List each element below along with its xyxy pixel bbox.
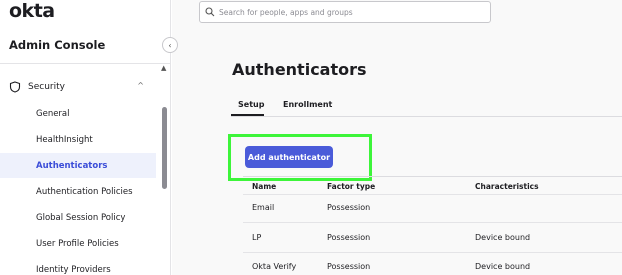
search-placeholder: Search for people, apps and groups — [219, 7, 353, 17]
sidebar-item-global-session-policy[interactable]: Global Session Policy — [0, 205, 156, 230]
table-cell-factor-type: Possession — [327, 203, 371, 212]
app-window: okta Admin Console Security ^ General He… — [0, 0, 622, 275]
search-icon — [205, 7, 215, 17]
main-content: Search for people, apps and groups Authe… — [172, 0, 622, 275]
sidebar-item-healthinsight[interactable]: HealthInsight — [0, 127, 156, 152]
column-header-name[interactable]: Name — [252, 182, 276, 191]
table-cell-factor-type: Possession — [327, 233, 371, 242]
table-row-divider — [243, 252, 622, 253]
chevron-up-icon: ^ — [137, 81, 144, 90]
column-header-factor-type[interactable]: Factor type — [327, 182, 375, 191]
table-top-border — [243, 176, 622, 177]
sidebar-item-authentication-policies[interactable]: Authentication Policies — [0, 179, 156, 204]
search-input[interactable]: Search for people, apps and groups — [199, 1, 491, 23]
shield-icon — [9, 81, 21, 93]
table-cell-characteristics: Device bound — [475, 262, 531, 271]
collapse-sidebar-button[interactable]: ‹ — [162, 37, 178, 53]
tab-setup[interactable]: Setup — [238, 100, 264, 109]
table-cell-name[interactable]: LP — [252, 233, 261, 242]
sidebar-section-security[interactable]: Security ^ — [9, 78, 149, 96]
sidebar: okta Admin Console Security ^ General He… — [0, 0, 171, 275]
column-header-characteristics[interactable]: Characteristics — [475, 182, 539, 191]
chevron-left-icon: ‹ — [168, 40, 172, 50]
table-cell-name[interactable]: Okta Verify — [252, 262, 296, 271]
page-title: Authenticators — [232, 60, 367, 79]
tab-enrollment[interactable]: Enrollment — [283, 100, 332, 109]
scroll-up-arrow-icon[interactable]: ▲ — [161, 64, 166, 72]
table-cell-factor-type: Possession — [327, 262, 371, 271]
table-cell-name[interactable]: Email — [252, 203, 274, 212]
sidebar-item-general[interactable]: General — [0, 101, 156, 126]
console-title: Admin Console — [9, 38, 106, 52]
sidebar-item-identity-providers[interactable]: Identity Providers — [0, 257, 156, 275]
add-authenticator-button[interactable]: Add authenticator — [245, 146, 333, 168]
sidebar-item-authenticators[interactable]: Authenticators — [0, 153, 156, 178]
sidebar-item-user-profile-policies[interactable]: User Profile Policies — [0, 231, 156, 256]
okta-logo[interactable]: okta — [9, 0, 55, 22]
sidebar-scrollbar[interactable] — [162, 107, 167, 189]
tabs-divider — [231, 116, 622, 117]
table-row-divider — [243, 222, 622, 223]
table-row-divider — [243, 194, 622, 195]
table-cell-characteristics: Device bound — [475, 233, 531, 242]
sidebar-section-label: Security — [28, 82, 65, 92]
sidebar-divider — [0, 63, 170, 64]
